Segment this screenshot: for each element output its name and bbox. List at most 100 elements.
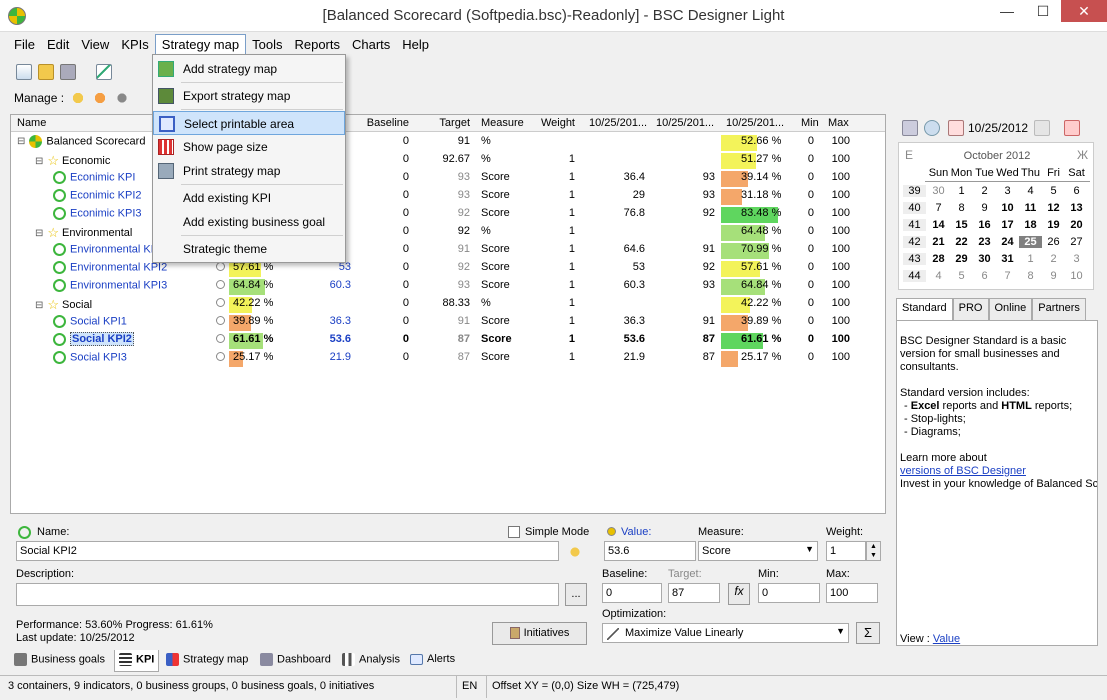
kpi-row[interactable]: Econimic KPI 0 93 Score 1 36.4 93 39.14 % 0 100 — [11, 169, 885, 187]
calendar-day[interactable]: 28 — [927, 253, 950, 265]
collapse-icon[interactable]: ⊟ — [17, 136, 25, 147]
collapse-icon[interactable]: ⊟ — [35, 156, 43, 167]
menu-add-existing-business-goal[interactable]: Add existing business goal — [153, 210, 345, 234]
name-input[interactable] — [16, 541, 559, 561]
menu-select-printable-area[interactable]: Select printable area — [153, 111, 345, 135]
group-row[interactable]: ⊟ ☆ Social 42.22 % 0 88.33% 1 42.22 % 0 100 — [11, 295, 885, 313]
description-more-button[interactable]: ... — [565, 583, 587, 606]
calendar-day[interactable]: 17 — [996, 219, 1019, 231]
collapse-icon[interactable]: ⊟ — [35, 228, 43, 239]
tab-dashboard[interactable]: Dashboard — [260, 653, 331, 666]
baseline-input[interactable] — [602, 583, 662, 603]
tab-online[interactable]: Online — [988, 298, 1033, 320]
min-input[interactable] — [758, 583, 820, 603]
sigma-button[interactable]: Σ — [856, 622, 880, 644]
maximize-button[interactable]: ☐ — [1025, 0, 1061, 22]
kpi-row[interactable]: Social KPI1 39.89 % 36.3 0 91 Score 1 36.3 91 39.… — [11, 313, 885, 331]
calendar-day[interactable]: 3 — [996, 185, 1019, 197]
menu-export-strategy-map[interactable]: Export strategy map — [153, 84, 345, 108]
calendar-day[interactable]: 16 — [973, 219, 996, 231]
minimize-button[interactable]: — — [989, 0, 1025, 22]
settings-icon[interactable] — [114, 90, 131, 106]
calendar-day[interactable]: 30 — [927, 185, 950, 197]
tab-pro[interactable]: PRO — [952, 298, 989, 320]
forward-icon[interactable] — [1034, 120, 1050, 136]
versions-link[interactable]: versions of BSC Designer — [900, 465, 1094, 478]
kpi-row[interactable]: Social KPI2 61.61 % 53.6 0 87 Score 1 53.6 87 61.… — [11, 331, 885, 349]
tab-business-goals[interactable]: Business goals — [14, 653, 105, 666]
calendar-day[interactable]: 19 — [1042, 219, 1065, 231]
menu-add-existing-kpi[interactable]: Add existing KPI — [153, 186, 345, 210]
calendar-day[interactable]: 20 — [1065, 219, 1088, 231]
col-date3[interactable]: 10/25/201... — [726, 117, 784, 129]
calendar-day[interactable]: 8 — [1019, 270, 1042, 282]
calendar-day[interactable]: 25 — [1019, 236, 1042, 248]
calendar-day[interactable]: 7 — [996, 270, 1019, 282]
menu-kpis[interactable]: KPIs — [115, 35, 154, 54]
clear-date-icon[interactable] — [1064, 120, 1080, 136]
calendar-day[interactable]: 8 — [950, 202, 973, 214]
save-icon[interactable] — [60, 64, 76, 80]
simple-mode-checkbox[interactable] — [508, 526, 520, 538]
menu-view[interactable]: View — [75, 35, 115, 54]
calendar-day[interactable]: 2 — [973, 185, 996, 197]
target-input[interactable] — [668, 583, 720, 603]
calendar-day[interactable]: 14 — [927, 219, 950, 231]
calendar-day[interactable]: 22 — [950, 236, 973, 248]
view-value-link[interactable]: Value — [933, 633, 960, 645]
col-baseline[interactable]: Baseline — [356, 117, 409, 129]
kpi-row[interactable]: Environmental KPI3 64.84 % 60.3 0 93 Score 1 60… — [11, 277, 885, 295]
col-date1[interactable]: 10/25/201... — [589, 117, 647, 129]
col-measure[interactable]: Measure — [481, 117, 524, 129]
calendar-day[interactable]: 29 — [950, 253, 973, 265]
close-button[interactable]: ✕ — [1061, 0, 1107, 22]
weight-stepper[interactable]: ▲ ▼ — [866, 541, 881, 561]
menu-print-strategy-map[interactable]: Print strategy map — [153, 159, 345, 183]
calendar-day[interactable]: 30 — [973, 253, 996, 265]
measure-select[interactable]: Score ▼ — [698, 541, 818, 561]
menu-reports[interactable]: Reports — [288, 35, 346, 54]
group-row[interactable]: ⊟ ☆ Economic 0 92.67% 1 51.27 % 0 100 — [11, 151, 885, 169]
menu-tools[interactable]: Tools — [246, 35, 288, 54]
back-icon[interactable] — [924, 120, 940, 136]
calendar-day[interactable]: 9 — [1042, 270, 1065, 282]
menu-show-page-size[interactable]: Show page size — [153, 135, 345, 159]
calendar-day[interactable]: 15 — [950, 219, 973, 231]
tab-analysis[interactable]: Analysis — [342, 653, 400, 666]
calendar-day[interactable]: 4 — [927, 270, 950, 282]
group-row[interactable]: ⊟ ☆ Environmental 0 92% 1 64.48 % 0 100 — [11, 223, 885, 241]
value-input[interactable] — [604, 541, 696, 561]
formula-button[interactable]: fx — [728, 583, 750, 605]
calendar-day[interactable]: 27 — [1065, 236, 1088, 248]
kpi-row[interactable]: Econimic KPI3 0 92 Score 1 76.8 92 83.48 % 0 100 — [11, 205, 885, 223]
calendar-day[interactable]: 1 — [950, 185, 973, 197]
calendar-day[interactable]: 13 — [1065, 202, 1088, 214]
root-row[interactable]: ⊟ Balanced Scorecard 0 91% 52.66 % 0 100 — [11, 133, 885, 151]
menu-strategy-map[interactable]: Strategy map — [154, 33, 247, 55]
kpi-row[interactable]: Social KPI3 25.17 % 21.9 0 87 Score 1 21.9 87 25.… — [11, 349, 885, 367]
add-kpi-icon[interactable] — [92, 90, 109, 106]
chart-icon[interactable] — [96, 64, 112, 80]
open-folder-icon[interactable] — [38, 64, 54, 80]
max-input[interactable] — [826, 583, 878, 603]
calendar-day[interactable]: 3 — [1065, 253, 1088, 265]
initiatives-button[interactable]: Initiatives — [492, 622, 587, 645]
tab-partners[interactable]: Partners — [1032, 298, 1086, 320]
calendar-day[interactable]: 10 — [996, 202, 1019, 214]
calendar-day[interactable]: 23 — [973, 236, 996, 248]
menu-add-strategy-map[interactable]: Add strategy map — [153, 57, 345, 81]
new-file-icon[interactable] — [16, 64, 32, 80]
calendar-day[interactable]: 21 — [927, 236, 950, 248]
tab-standard[interactable]: Standard — [896, 298, 953, 320]
menu-edit[interactable]: Edit — [41, 35, 75, 54]
col-max[interactable]: Max — [828, 117, 849, 129]
col-target[interactable]: Target — [416, 117, 470, 129]
calendar-icon[interactable] — [902, 120, 918, 136]
col-date2[interactable]: 10/25/201... — [656, 117, 714, 129]
calendar-day[interactable]: 6 — [1065, 185, 1088, 197]
calendar-day[interactable]: 12 — [1042, 202, 1065, 214]
tab-alerts[interactable]: Alerts — [410, 653, 455, 665]
calendar-day[interactable]: 6 — [973, 270, 996, 282]
menu-strategic-theme[interactable]: Strategic theme — [153, 237, 345, 261]
kpi-row[interactable]: Environmental KPI 0 91 Score 1 64.6 91 70.99 % 0… — [11, 241, 885, 259]
